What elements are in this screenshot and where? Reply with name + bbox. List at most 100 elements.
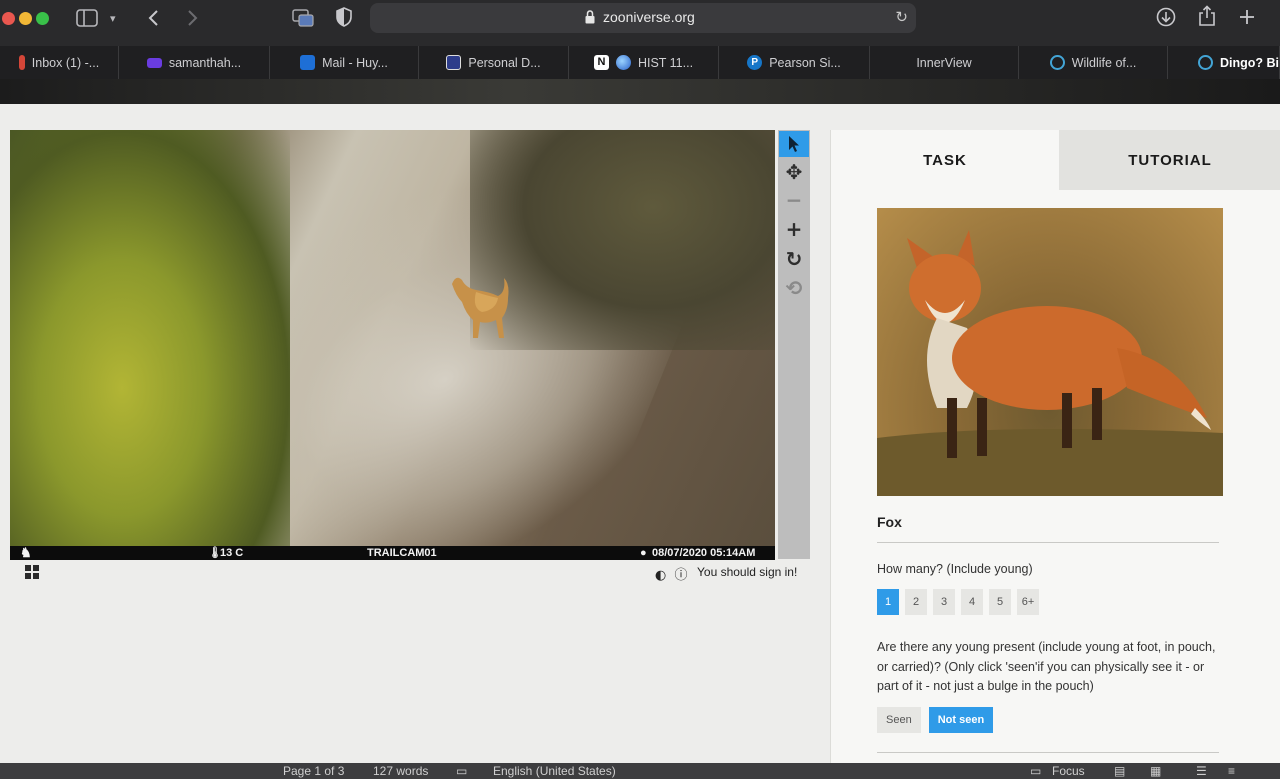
pointer-tool-button[interactable] — [779, 131, 809, 157]
tab-label: Mail - Huy... — [322, 55, 388, 70]
focus-icon[interactable]: ▭ — [1030, 763, 1041, 779]
bush-region — [10, 130, 290, 560]
moon-phase-icon: ● — [640, 547, 647, 559]
share-icon[interactable] — [1198, 5, 1216, 27]
minimize-window-button[interactable] — [19, 12, 32, 25]
maximize-window-button[interactable] — [36, 12, 49, 25]
pearson-icon: P — [747, 55, 763, 70]
sidebar-toggle-icon[interactable] — [76, 9, 98, 27]
page-count[interactable]: Page 1 of 3 — [283, 763, 344, 779]
draft-view-icon[interactable]: ≡ — [1228, 763, 1235, 779]
tab-label: samanthah... — [168, 55, 242, 70]
globe-icon — [615, 55, 631, 70]
tab-overview-icon[interactable] — [291, 8, 315, 28]
tab-wildlife[interactable]: Wildlife of... — [1019, 46, 1168, 79]
word-status-bar: Page 1 of 3 127 words ▭ English (United … — [0, 763, 1280, 779]
document-icon — [446, 55, 462, 70]
tab-dingo-active[interactable]: Dingo? Bin — [1168, 46, 1280, 79]
shield-privacy-icon[interactable] — [336, 7, 352, 27]
info-icon[interactable]: ⓘ — [674, 568, 687, 583]
question-how-many: How many? (Include young) — [877, 562, 1033, 576]
move-arrows-icon: ✥ — [785, 160, 803, 184]
forward-arrow-icon[interactable] — [187, 9, 199, 27]
count-option-2[interactable]: 2 — [905, 589, 927, 615]
grid-view-icon[interactable] — [25, 565, 39, 579]
question-young-present: Are there any young present (include you… — [877, 640, 1216, 693]
rotate-button[interactable]: ↻ — [779, 246, 809, 272]
zooniverse-icon — [1198, 55, 1213, 70]
subject-image[interactable]: ♞ 🌡 13 C TRAILCAM01 ● 08/07/2020 05:14AM — [10, 130, 775, 560]
divider — [877, 752, 1219, 753]
tab-label: HIST 11... — [637, 55, 694, 70]
zoom-in-button[interactable]: + — [779, 216, 809, 242]
count-option-5[interactable]: 5 — [989, 589, 1011, 615]
address-bar[interactable]: zooniverse.org ↻ — [370, 3, 916, 33]
metadata-icons: ◐ ⓘ — [655, 564, 688, 583]
camera-temperature: 13 C — [220, 547, 244, 559]
browser-tab-bar: Inbox (1) -... samanthah... Mail - Huy..… — [0, 46, 1280, 79]
dingo-animal — [452, 277, 509, 338]
focus-mode[interactable]: Focus — [1052, 763, 1085, 779]
count-option-1[interactable]: 1 — [877, 589, 899, 615]
task-panel: TASK TUTORIAL Fox How many? (Include you… — [830, 130, 1280, 763]
minus-icon: − — [785, 188, 803, 212]
outlook-icon — [300, 55, 316, 70]
not-seen-button[interactable]: Not seen — [928, 707, 994, 733]
tab-label: Dingo? Bin — [1220, 55, 1280, 70]
browser-toolbar: ▾ zooniverse.org ↻ — [0, 0, 1280, 46]
contrast-icon[interactable]: ◐ — [655, 568, 666, 583]
outline-view-icon[interactable]: ☰ — [1196, 763, 1207, 779]
tab-label: Pearson Si... — [769, 55, 841, 70]
url-text: zooniverse.org — [603, 9, 695, 25]
notion-icon: N — [593, 55, 609, 70]
tab-personal-doc[interactable]: Personal D... — [419, 46, 569, 79]
lock-icon — [585, 10, 595, 24]
tab-tutorial[interactable]: TUTORIAL — [1059, 130, 1280, 190]
classify-page: ♞ 🌡 13 C TRAILCAM01 ● 08/07/2020 05:14AM… — [0, 104, 1280, 763]
move-tool-button[interactable]: ✥ — [779, 159, 809, 185]
new-tab-plus-icon[interactable] — [1238, 8, 1256, 26]
tab-inbox[interactable]: Inbox (1) -... — [0, 46, 119, 79]
sign-in-notice[interactable]: You should sign in! — [697, 565, 797, 579]
back-arrow-icon[interactable] — [147, 9, 159, 27]
plus-icon: + — [785, 217, 803, 241]
tab-innerview[interactable]: InnerView — [870, 46, 1019, 79]
tab-hist[interactable]: N HIST 11... — [569, 46, 719, 79]
language-indicator[interactable]: English (United States) — [493, 763, 616, 779]
species-card: Fox How many? (Include young) 1 2 3 4 5 … — [867, 200, 1227, 763]
count-options: 1 2 3 4 5 6+ — [877, 589, 1039, 615]
tab-label: Personal D... — [468, 55, 541, 70]
tab-label: Inbox (1) -... — [31, 55, 100, 70]
gmail-icon — [18, 55, 25, 70]
print-layout-icon[interactable]: ▤ — [1114, 763, 1125, 779]
rotate-icon: ↻ — [785, 247, 803, 271]
viewer-toolbar: ✥ − + ↻ ⟲ — [778, 130, 810, 559]
site-header-band — [0, 79, 1280, 104]
seen-button[interactable]: Seen — [877, 707, 921, 733]
web-layout-icon[interactable]: ▦ — [1150, 763, 1161, 779]
species-example-photo — [877, 208, 1223, 496]
tab-samantha-mail[interactable]: samanthah... — [119, 46, 270, 79]
close-window-button[interactable] — [2, 12, 15, 25]
word-count[interactable]: 127 words — [373, 763, 428, 779]
tab-pearson[interactable]: P Pearson Si... — [719, 46, 870, 79]
tab-outlook-mail[interactable]: Mail - Huy... — [270, 46, 419, 79]
count-option-4[interactable]: 4 — [961, 589, 983, 615]
proofing-icon[interactable]: ▭ — [456, 763, 467, 779]
downloads-icon[interactable] — [1156, 7, 1176, 27]
species-name: Fox — [877, 514, 902, 530]
fox-image — [877, 230, 1223, 496]
camera-datetime: 08/07/2020 05:14AM — [652, 547, 756, 559]
chevron-down-icon[interactable]: ▾ — [110, 9, 116, 29]
trailcam-brand-icon: ♞ — [20, 545, 32, 560]
count-option-3[interactable]: 3 — [933, 589, 955, 615]
cursor-arrow-icon — [789, 136, 799, 152]
reload-icon[interactable]: ↻ — [895, 8, 908, 26]
camera-name: TRAILCAM01 — [367, 547, 437, 559]
tab-label: Wildlife of... — [1071, 55, 1137, 70]
reset-view-button[interactable]: ⟲ — [779, 275, 809, 301]
count-option-6-plus[interactable]: 6+ — [1017, 589, 1039, 615]
tab-task[interactable]: TASK — [831, 130, 1059, 190]
mail-icon — [146, 57, 162, 68]
zoom-out-button[interactable]: − — [779, 187, 809, 213]
